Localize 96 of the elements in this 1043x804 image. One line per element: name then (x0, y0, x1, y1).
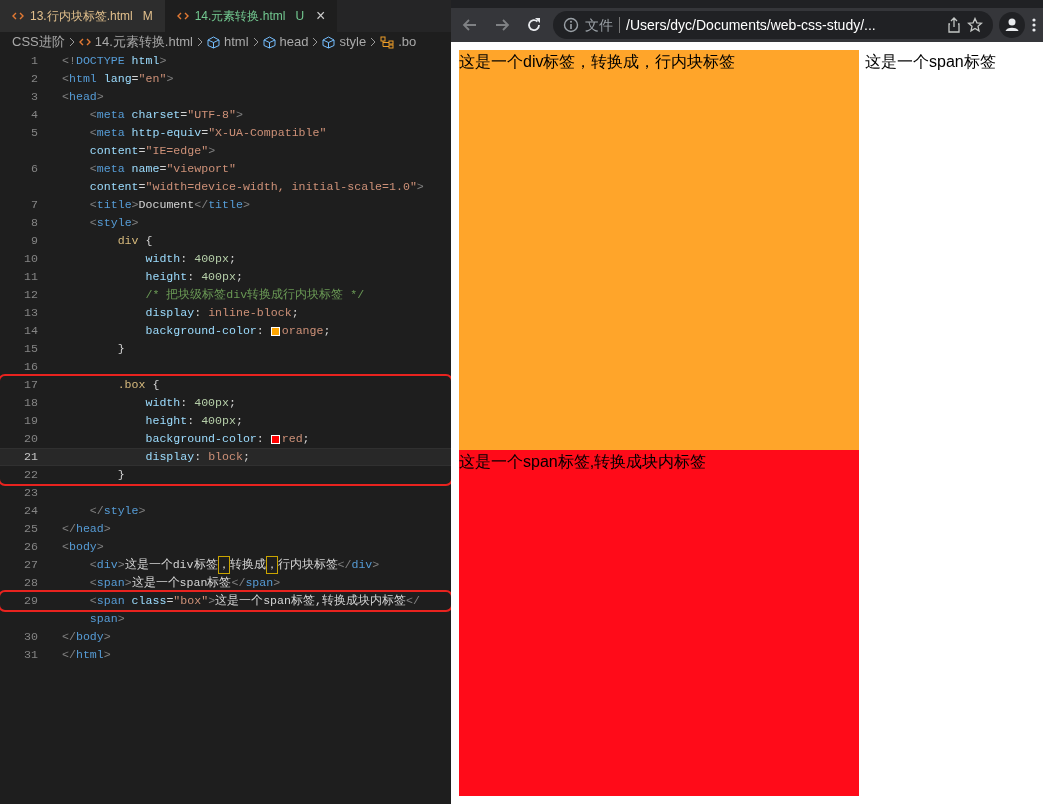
line-number: 22 (23, 467, 38, 483)
line-number: 23 (23, 485, 38, 501)
line-number: 20 (23, 431, 38, 447)
breadcrumb-item[interactable]: .bo (398, 32, 417, 52)
line-number: 5 (30, 125, 38, 141)
chevron-icon (197, 37, 203, 47)
chevron-icon (252, 37, 259, 47)
editor-tab[interactable]: 14.元素转换.html U × (164, 0, 338, 32)
editor-tab[interactable]: 13.行内块标签.html M (0, 0, 165, 32)
line-number: 8 (30, 215, 38, 231)
code-line: <meta name="viewport" (88, 161, 236, 177)
url-text: /Users/dyc/Documents/web-css-study/... (626, 15, 877, 35)
code-line: width: 400px; (144, 395, 236, 411)
code-line: </style> (88, 503, 146, 519)
inline-block-div: 这是一个div标签，转换成，行内块标签 (459, 50, 859, 450)
chevron-icon (312, 37, 319, 47)
line-number: 21 (23, 449, 38, 465)
code-line: width: 400px; (144, 251, 236, 267)
code-line: display: inline-block; (144, 305, 299, 321)
code-file-icon (176, 11, 189, 21)
breadcrumb-item[interactable]: head (279, 32, 309, 52)
line-number: 29 (23, 593, 38, 609)
breadcrumb-item[interactable]: style (339, 32, 367, 52)
line-number: 14 (23, 323, 38, 339)
line-number: 3 (30, 89, 38, 105)
code-line: background-color: orange; (144, 323, 331, 339)
profile-icon[interactable] (999, 12, 1025, 38)
block-span: 这是一个span标签,转换成块内标签 (459, 450, 859, 796)
line-number: 7 (30, 197, 38, 213)
line-number: 6 (30, 161, 38, 177)
close-icon[interactable]: × (316, 8, 326, 24)
line-number: 25 (23, 521, 38, 537)
code-line: <span class="box">这是一个span标签,转换成块内标签</ (88, 593, 420, 609)
kebab-menu-icon[interactable] (1031, 17, 1037, 33)
code-line: /* 把块级标签div转换成行内块标签 */ (144, 287, 365, 303)
line-number: 19 (23, 413, 38, 429)
share-icon[interactable] (947, 17, 961, 33)
reload-icon[interactable] (525, 16, 543, 34)
chevron-icon (370, 37, 377, 47)
line-number: 24 (23, 503, 38, 519)
breadcrumb-item[interactable]: html (224, 32, 249, 52)
line-number: 16 (23, 359, 38, 375)
line-number: 12 (23, 287, 38, 303)
line-number: 27 (23, 557, 38, 573)
code-line: <body> (62, 539, 104, 555)
chevron-icon (68, 37, 75, 47)
breadcrumb-folder[interactable]: CSS进阶 (12, 32, 65, 52)
scheme-label: 文件 (585, 15, 613, 35)
code-line: } (116, 467, 125, 483)
line-number: 15 (23, 341, 38, 357)
line-number: 13 (23, 305, 38, 321)
breadcrumb-item[interactable]: 14.元素转换.html (94, 32, 193, 52)
info-icon (563, 17, 579, 33)
code-line: <head> (62, 89, 104, 105)
code-line: <meta http-equiv="X-UA-Compatible" (88, 125, 327, 141)
code-line: <style> (88, 215, 139, 231)
code-file-icon (12, 11, 24, 21)
line-number: 1 (30, 53, 38, 69)
code-line: content="IE=edge"> (88, 143, 216, 159)
structure-icon (380, 35, 395, 49)
line-number: 17 (23, 377, 38, 393)
cube-icon (322, 35, 336, 49)
star-icon[interactable] (967, 17, 983, 33)
line-number: 30 (23, 629, 38, 645)
code-line: <span>这是一个span标签</span> (88, 575, 281, 591)
code-line: </head> (62, 521, 111, 537)
line-number: 9 (30, 233, 38, 249)
line-number: 2 (30, 71, 38, 87)
line-number: 11 (23, 269, 38, 285)
cube-icon (262, 35, 276, 49)
code-line: </html> (62, 647, 111, 663)
code-line: <html lang="en"> (62, 71, 174, 87)
line-number: 31 (23, 647, 38, 663)
line-number: 10 (23, 251, 38, 267)
code-file-icon (78, 37, 91, 47)
line-number: 26 (23, 539, 38, 555)
inline-span: 这是一个span标签 (865, 52, 996, 72)
code-line: height: 400px; (144, 269, 243, 285)
code-line: height: 400px; (144, 413, 243, 429)
line-number: 28 (23, 575, 38, 591)
code-line: span> (88, 611, 125, 627)
code-line: } (116, 341, 125, 357)
line-number: 18 (23, 395, 38, 411)
line-number: 4 (30, 107, 38, 123)
code-line: <!DOCTYPE html> (62, 53, 167, 69)
cube-icon (207, 35, 220, 49)
code-line: content="width=device-width, initial-scale=1.0"> (88, 179, 424, 195)
code-line: background-color: red; (144, 431, 310, 447)
code-line: <meta charset="UTF-8"> (88, 107, 243, 123)
code-line: div { (116, 233, 153, 249)
code-line: display: block; (144, 449, 250, 465)
address-bar[interactable]: 文件 /Users/dyc/Documents/web-css-study/... (553, 11, 993, 39)
code-line: <div>这是一个div标签，转换成，行内块标签</div> (62, 556, 380, 574)
code-line: </body> (62, 629, 111, 645)
code-line: .box { (116, 377, 160, 393)
code-line: <title>Document</title> (88, 197, 250, 213)
